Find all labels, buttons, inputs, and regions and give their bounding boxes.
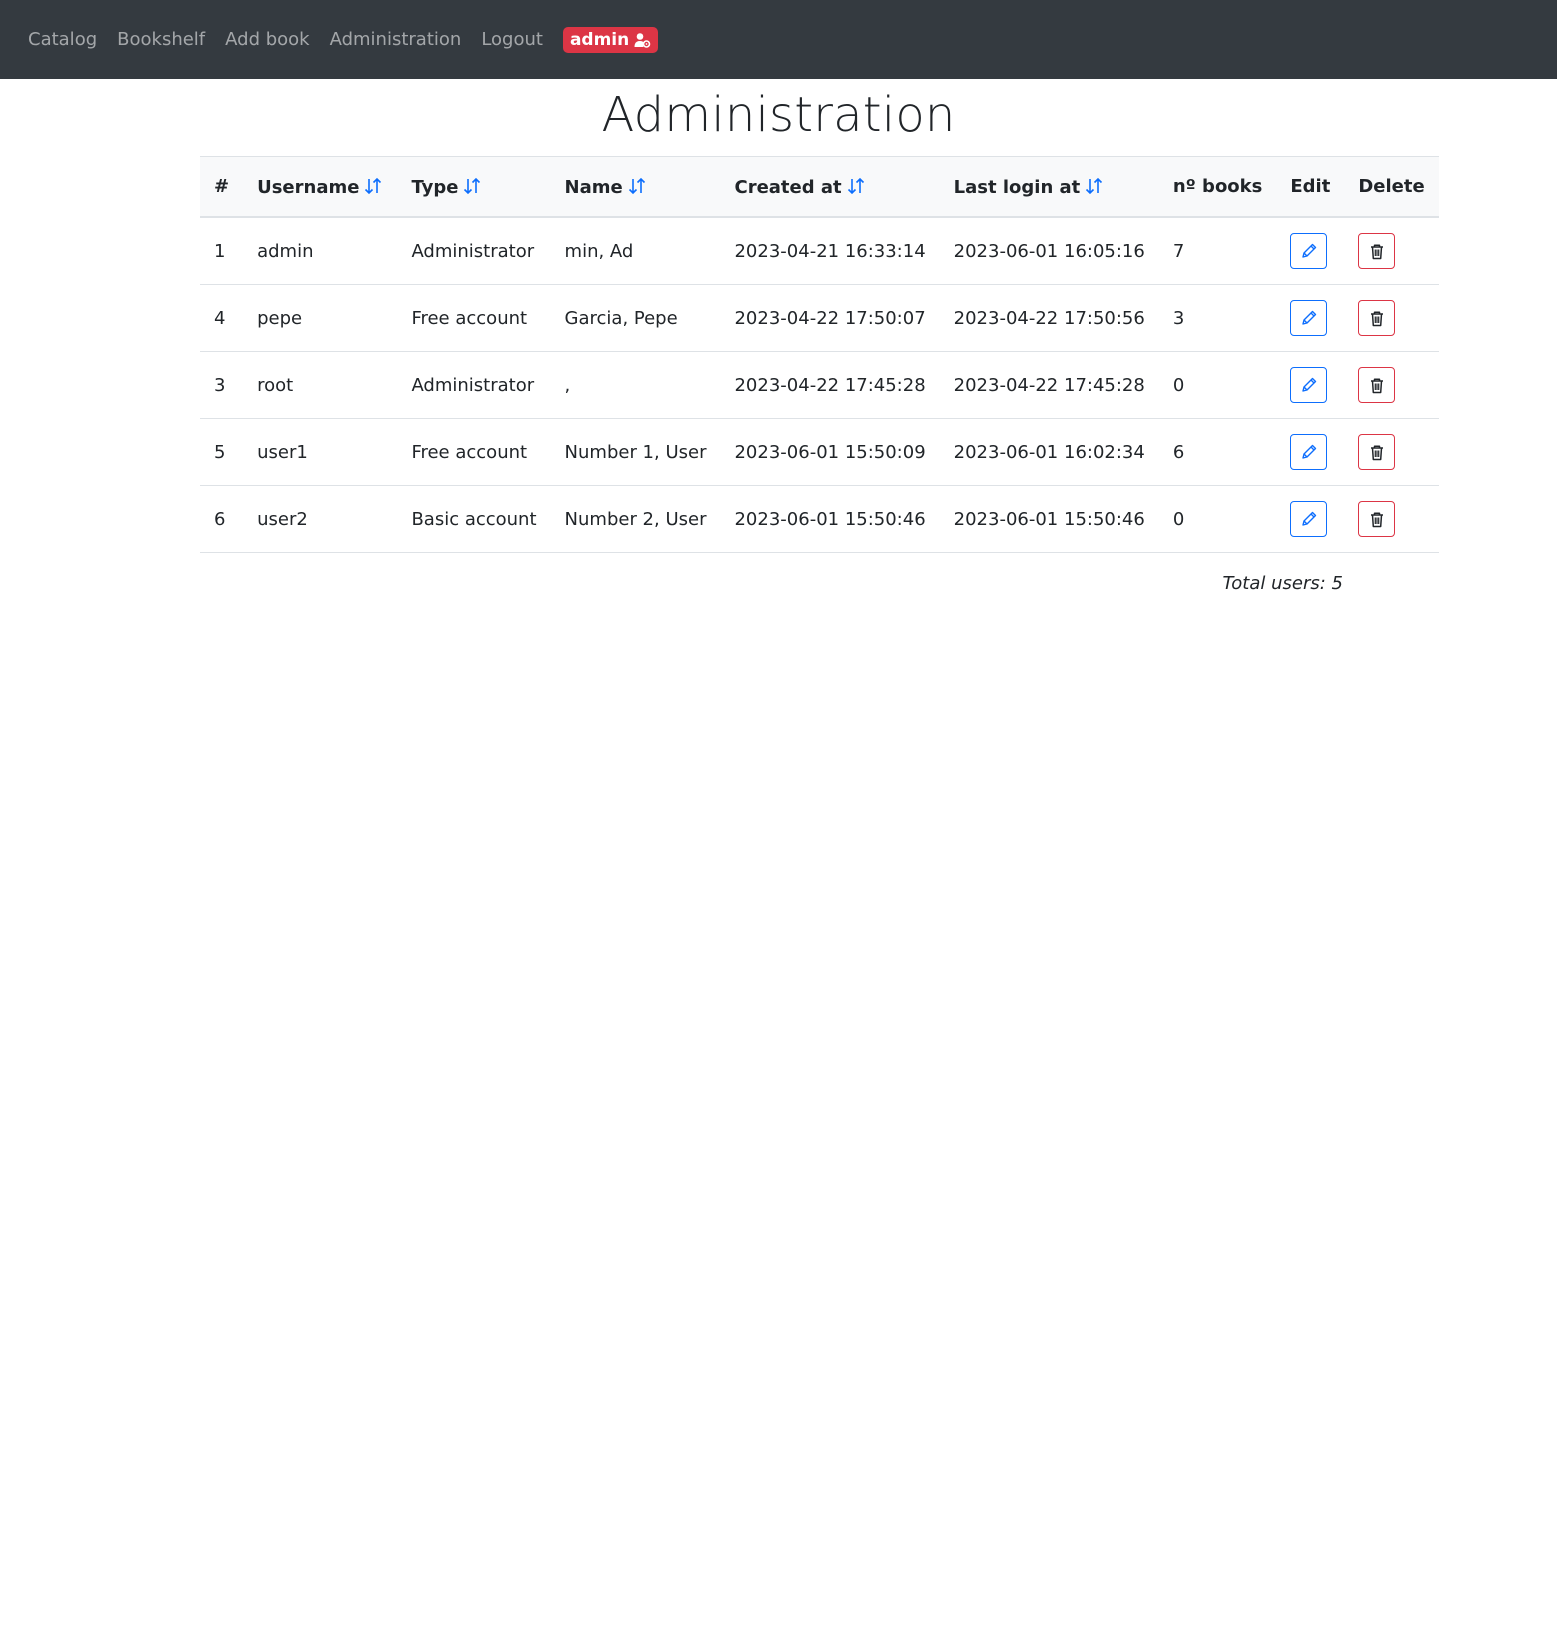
trash-icon — [1370, 444, 1383, 460]
nav-link-logout[interactable]: Logout — [481, 29, 543, 50]
cell-id: 5 — [200, 418, 244, 486]
cell-username: pepe — [243, 284, 398, 352]
cell-edit — [1276, 351, 1345, 419]
sort-icon[interactable] — [1084, 176, 1104, 196]
page-title: Administration — [601, 87, 956, 143]
delete-user-button[interactable] — [1358, 367, 1396, 403]
table-body: 1 admin Administrator min, Ad 2023-04-21 16:… — [200, 217, 1439, 553]
pencil-icon — [1302, 377, 1317, 392]
cell-name: Garcia, Pepe — [550, 284, 721, 352]
cell-last-login-at: 2023-06-01 16:05:16 — [939, 217, 1159, 285]
column-header-username[interactable]: Username — [243, 156, 398, 218]
cell-username: admin — [243, 217, 398, 285]
nav-link-add-book[interactable]: Add book — [225, 29, 309, 50]
pencil-icon — [1302, 310, 1317, 325]
table-row: 1 admin Administrator min, Ad 2023-04-21 16:… — [200, 217, 1439, 285]
table-row: 4 pepe Free account Garcia, Pepe 2023-04-22 … — [200, 284, 1439, 352]
user-badge-label: admin — [569, 29, 630, 50]
cell-edit — [1276, 217, 1345, 285]
edit-user-button[interactable] — [1290, 300, 1328, 336]
delete-user-button[interactable] — [1358, 300, 1396, 336]
cell-created-at: 2023-04-21 16:33:14 — [720, 217, 940, 285]
trash-icon — [1370, 310, 1383, 326]
cell-id: 3 — [200, 351, 244, 419]
cell-edit — [1276, 284, 1345, 352]
trash-icon — [1370, 511, 1383, 527]
cell-username: root — [243, 351, 398, 419]
cell-name: Number 1, User — [550, 418, 721, 486]
column-header-name[interactable]: Name — [550, 156, 721, 218]
cell-books: 3 — [1158, 284, 1277, 352]
cell-delete — [1344, 217, 1439, 285]
pencil-icon — [1302, 444, 1317, 459]
pencil-icon — [1302, 511, 1317, 526]
cell-last-login-at: 2023-06-01 16:02:34 — [939, 418, 1159, 486]
cell-books: 0 — [1158, 351, 1277, 419]
column-header-books: nº books — [1158, 156, 1277, 218]
cell-username: user2 — [243, 485, 398, 553]
cell-id: 4 — [200, 284, 244, 352]
cell-name: min, Ad — [550, 217, 721, 285]
cell-delete — [1344, 418, 1439, 486]
cell-books: 7 — [1158, 217, 1277, 285]
column-header-type[interactable]: Type — [397, 156, 551, 218]
column-header-id: # — [200, 156, 244, 218]
edit-user-button[interactable] — [1290, 367, 1328, 403]
cell-name: , — [550, 351, 721, 419]
table-row: 6 user2 Basic account Number 2, User 2023-06… — [200, 485, 1439, 553]
column-header-last-login-at[interactable]: Last login at — [939, 156, 1159, 218]
trash-icon — [1370, 377, 1383, 393]
nav-link-administration[interactable]: Administration — [330, 29, 462, 50]
user-badge: admin — [562, 26, 659, 53]
table-header-row: # Username Type Name Created at Last log… — [200, 156, 1439, 218]
column-header-edit: Edit — [1276, 156, 1345, 218]
sort-icon[interactable] — [846, 176, 866, 196]
edit-user-button[interactable] — [1290, 233, 1328, 269]
edit-user-button[interactable] — [1290, 501, 1328, 537]
cell-delete — [1344, 284, 1439, 352]
total-users: Total users: 5 — [1222, 573, 1343, 594]
cell-type: Free account — [397, 284, 551, 352]
delete-user-button[interactable] — [1358, 501, 1396, 537]
cell-username: user1 — [243, 418, 398, 486]
cell-edit — [1276, 485, 1345, 553]
cell-type: Free account — [397, 418, 551, 486]
cell-created-at: 2023-06-01 15:50:46 — [720, 485, 940, 553]
trash-icon — [1370, 243, 1383, 259]
cell-books: 0 — [1158, 485, 1277, 553]
cell-id: 6 — [200, 485, 244, 553]
cell-name: Number 2, User — [550, 485, 721, 553]
cell-edit — [1276, 418, 1345, 486]
table-row: 5 user1 Free account Number 1, User 2023-06-… — [200, 418, 1439, 486]
column-header-delete: Delete — [1344, 156, 1439, 218]
cell-type: Administrator — [397, 217, 551, 285]
user-gear-icon — [634, 32, 651, 48]
cell-type: Administrator — [397, 351, 551, 419]
cell-type: Basic account — [397, 485, 551, 553]
cell-id: 1 — [200, 217, 244, 285]
pencil-icon — [1302, 243, 1317, 258]
cell-created-at: 2023-04-22 17:45:28 — [720, 351, 940, 419]
cell-last-login-at: 2023-04-22 17:45:28 — [939, 351, 1159, 419]
cell-books: 6 — [1158, 418, 1277, 486]
users-table: # Username Type Name Created at Last log… — [200, 156, 1439, 553]
cell-delete — [1344, 351, 1439, 419]
edit-user-button[interactable] — [1290, 434, 1328, 470]
users-table-container: # Username Type Name Created at Last log… — [200, 156, 1439, 594]
sort-icon[interactable] — [627, 176, 647, 196]
cell-delete — [1344, 485, 1439, 553]
sort-icon[interactable] — [363, 176, 383, 196]
cell-created-at: 2023-06-01 15:50:09 — [720, 418, 940, 486]
cell-last-login-at: 2023-04-22 17:50:56 — [939, 284, 1159, 352]
nav-link-bookshelf[interactable]: Bookshelf — [117, 29, 205, 50]
column-header-created-at[interactable]: Created at — [720, 156, 940, 218]
sort-icon[interactable] — [462, 176, 482, 196]
delete-user-button[interactable] — [1358, 233, 1396, 269]
cell-last-login-at: 2023-06-01 15:50:46 — [939, 485, 1159, 553]
delete-user-button[interactable] — [1358, 434, 1396, 470]
nav-link-catalog[interactable]: Catalog — [28, 29, 97, 50]
table-row: 3 root Administrator, 2023-04-22 17:45:28 20… — [200, 351, 1439, 419]
top-navbar: Catalog Bookshelf Add book Administratio… — [0, 0, 1557, 79]
cell-created-at: 2023-04-22 17:50:07 — [720, 284, 940, 352]
